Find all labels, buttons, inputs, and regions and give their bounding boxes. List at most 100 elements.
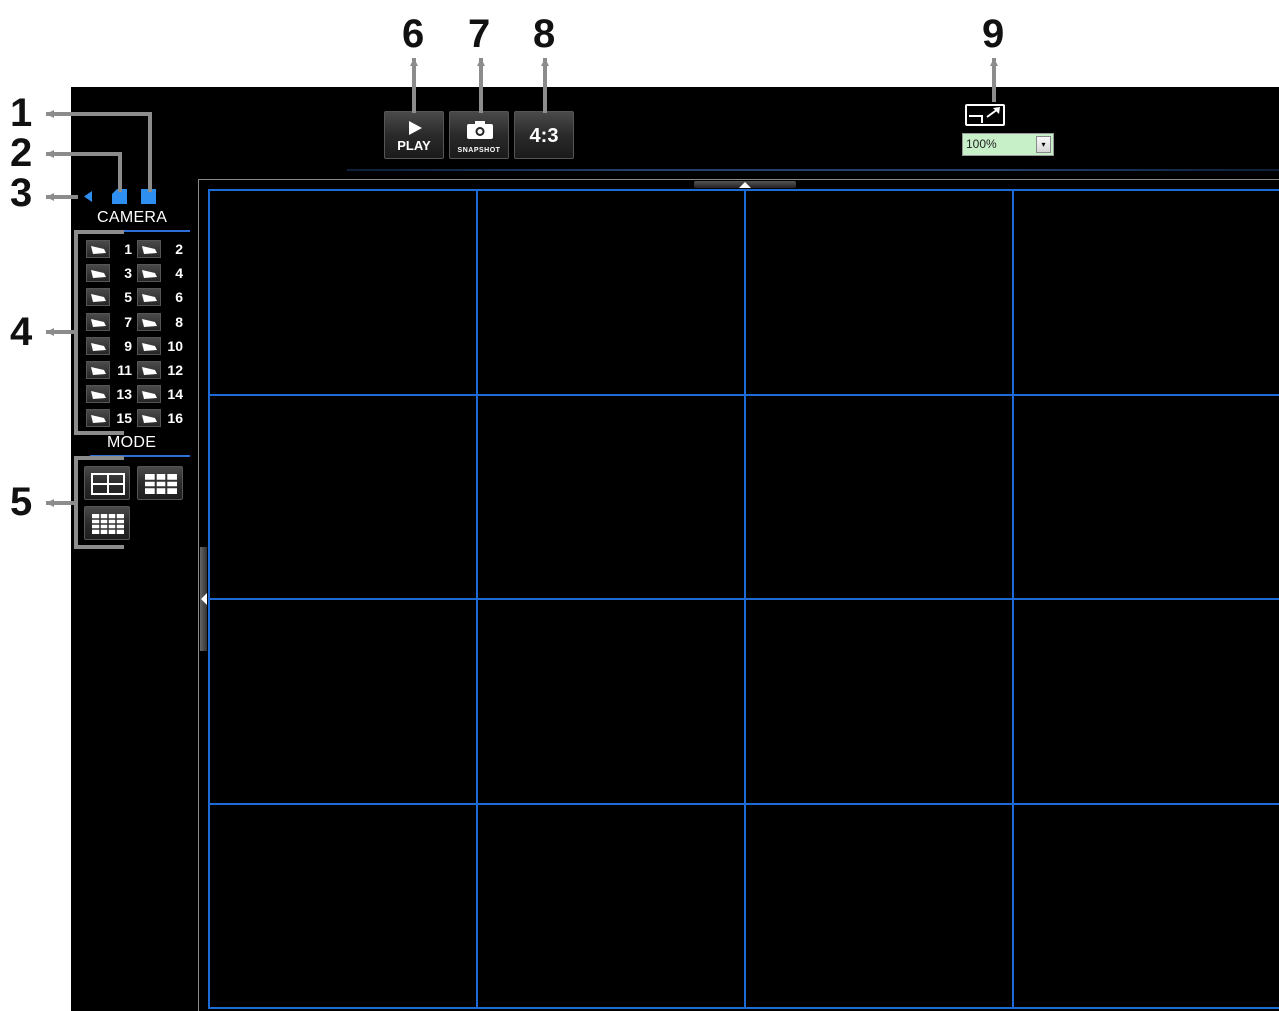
camera-number: 10 xyxy=(167,337,183,354)
camera-number: 12 xyxy=(167,362,183,378)
camera-section-title: CAMERA xyxy=(97,209,168,226)
camera-button-5[interactable]: 5 xyxy=(86,287,134,307)
camera-number: 3 xyxy=(124,265,132,282)
camera-icon xyxy=(137,336,161,355)
video-cell-5[interactable] xyxy=(208,393,478,600)
camera-number: 5 xyxy=(124,289,132,306)
camera-number: 8 xyxy=(175,313,183,330)
mode-section-title: MODE xyxy=(107,434,157,451)
callout-4: 4 xyxy=(10,310,33,354)
camera-button-6[interactable]: 6 xyxy=(137,287,185,307)
grid-2x2-icon xyxy=(91,473,125,495)
video-cell-11[interactable] xyxy=(744,598,1014,805)
camera-button-8[interactable]: 8 xyxy=(137,312,185,332)
camera-icon xyxy=(137,312,161,331)
camera-button-3[interactable]: 3 xyxy=(86,263,134,283)
camera-icon xyxy=(86,264,110,283)
square-icon xyxy=(141,189,156,204)
collapse-button[interactable] xyxy=(81,188,96,205)
camera-button-15[interactable]: 15 xyxy=(86,408,134,428)
camera-button-14[interactable]: 14 xyxy=(137,384,185,404)
camera-button-9[interactable]: 9 xyxy=(86,336,134,356)
callout-6: 6 xyxy=(402,12,425,56)
camera-button-4[interactable]: 4 xyxy=(137,263,185,283)
play-label: PLAY xyxy=(397,138,431,153)
top-collapse-handle[interactable] xyxy=(694,181,796,188)
camera-icon xyxy=(86,385,110,404)
grid-3x3-icon xyxy=(145,474,177,494)
callout-7: 7 xyxy=(468,12,491,56)
fit-window-icon[interactable] xyxy=(965,104,1005,126)
snapshot-button[interactable]: SNAPSHOT xyxy=(449,111,509,159)
camera-number: 11 xyxy=(117,362,132,378)
video-cell-3[interactable] xyxy=(744,189,1014,396)
side-collapse-handle[interactable] xyxy=(200,547,207,651)
camera-icon xyxy=(137,264,161,283)
zoom-select[interactable]: 100% ▾ xyxy=(962,133,1054,156)
half-view-button[interactable] xyxy=(111,188,127,205)
camera-icon xyxy=(86,240,110,258)
video-cell-7[interactable] xyxy=(744,393,1014,600)
video-cell-12[interactable] xyxy=(1012,598,1279,805)
mode-3x3-button[interactable] xyxy=(137,466,183,500)
camera-number: 2 xyxy=(175,241,183,257)
grid-4x4-icon xyxy=(92,514,124,534)
camera-number: 9 xyxy=(124,337,132,354)
video-cell-4[interactable] xyxy=(1012,189,1279,396)
camera-icon xyxy=(86,361,110,379)
camera-icon xyxy=(86,336,110,355)
camera-number: 6 xyxy=(175,289,183,306)
video-cell-8[interactable] xyxy=(1012,393,1279,600)
camera-number: 14 xyxy=(167,386,183,403)
video-cell-13[interactable] xyxy=(208,802,478,1009)
video-cell-14[interactable] xyxy=(476,802,746,1009)
callout-3: 3 xyxy=(10,171,33,215)
camera-icon xyxy=(137,409,161,428)
triangle-left-icon xyxy=(84,191,92,202)
camera-section-divider xyxy=(90,230,190,232)
callout-9: 9 xyxy=(982,12,1005,56)
video-cell-6[interactable] xyxy=(476,393,746,600)
camera-number: 7 xyxy=(124,313,132,330)
video-cell-1[interactable] xyxy=(208,189,478,396)
chevron-down-icon[interactable]: ▾ xyxy=(1036,136,1051,153)
full-view-button[interactable] xyxy=(140,188,156,205)
camera-button-7[interactable]: 7 xyxy=(86,312,134,332)
camera-icon xyxy=(137,240,161,258)
aspect-ratio-button[interactable]: 4:3 xyxy=(514,111,574,159)
camera-number: 4 xyxy=(175,265,183,282)
callout-5: 5 xyxy=(10,480,33,524)
play-button[interactable]: PLAY xyxy=(384,111,444,159)
camera-button-12[interactable]: 12 xyxy=(137,360,185,380)
camera-icon xyxy=(137,361,161,379)
camera-button-13[interactable]: 13 xyxy=(86,384,134,404)
play-icon xyxy=(409,121,422,135)
camera-button-11[interactable]: 11 xyxy=(86,360,134,380)
camera-number: 15 xyxy=(116,410,132,427)
camera-button-1[interactable]: 1 xyxy=(86,239,134,259)
corner-square-icon xyxy=(112,189,127,204)
camera-number: 16 xyxy=(167,410,183,427)
callout-1: 1 xyxy=(10,91,33,135)
video-cell-2[interactable] xyxy=(476,189,746,396)
aspect-label: 4:3 xyxy=(529,125,559,147)
camera-icon xyxy=(86,409,110,428)
video-cell-9[interactable] xyxy=(208,598,478,805)
camera-button-2[interactable]: 2 xyxy=(137,239,185,259)
camera-button-16[interactable]: 16 xyxy=(137,408,185,428)
camera-icon xyxy=(137,385,161,404)
camera-icon xyxy=(137,288,161,307)
camera-button-10[interactable]: 10 xyxy=(137,336,185,356)
callout-2: 2 xyxy=(10,131,33,175)
camera-icon xyxy=(86,312,110,331)
zoom-value: 100% xyxy=(966,137,997,151)
callout-8: 8 xyxy=(533,12,556,56)
mode-4x4-button[interactable] xyxy=(84,506,130,540)
video-cell-16[interactable] xyxy=(1012,802,1279,1009)
video-cell-15[interactable] xyxy=(744,802,1014,1009)
camera-number: 1 xyxy=(124,241,132,257)
camera-icon xyxy=(467,121,493,139)
video-cell-10[interactable] xyxy=(476,598,746,805)
mode-2x2-button[interactable] xyxy=(84,466,130,500)
mode-section-divider xyxy=(90,455,190,457)
